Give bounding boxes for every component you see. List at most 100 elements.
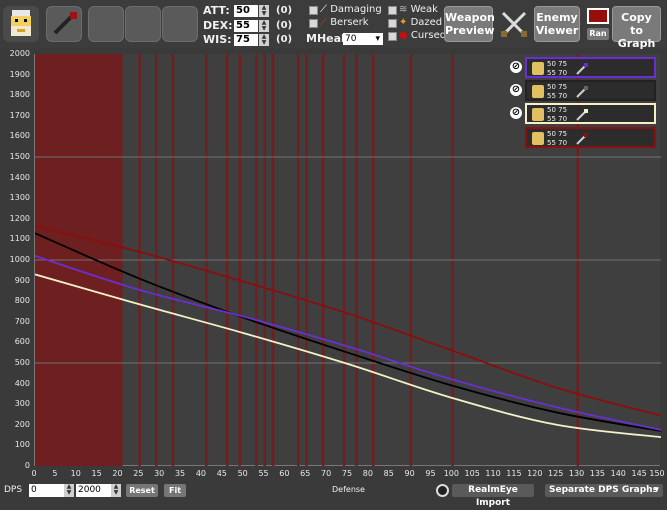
y-tick-label: 1400 — [9, 172, 30, 182]
hide-series-icon[interactable]: ⊘ — [510, 107, 522, 119]
legend-stats: 50 75 55 70 — [547, 106, 567, 124]
dps-label: DPS — [4, 485, 23, 495]
character-avatar-icon — [532, 85, 544, 98]
character-slot[interactable] — [3, 6, 39, 42]
x-tick-label: 110 — [485, 469, 501, 478]
y-tick-label: 900 — [14, 275, 30, 285]
hide-series-icon[interactable]: ⊘ — [510, 61, 522, 73]
series-line — [34, 232, 662, 432]
crossed-swords-icon[interactable] — [498, 8, 530, 40]
mheal-select[interactable]: 70 ▾ — [343, 33, 383, 45]
y-tick-label: 500 — [14, 358, 30, 367]
ran-button[interactable]: Ran — [587, 28, 609, 40]
character-icon — [11, 10, 31, 36]
x-tick-label: 95 — [425, 469, 436, 478]
damaging-checkbox[interactable] — [309, 6, 318, 15]
x-tick-label: 15 — [91, 469, 102, 478]
legend-entry[interactable]: 50 75 55 70 — [525, 127, 656, 148]
data-point — [556, 387, 558, 389]
character-avatar-icon — [532, 108, 544, 121]
x-tick-label: 50 — [237, 469, 248, 478]
y-tick-label: 700 — [14, 316, 30, 326]
data-point — [243, 332, 245, 334]
x-tick-label: 20 — [112, 469, 123, 478]
x-tick-label: 40 — [195, 469, 207, 478]
legend-stats-line2: 55 70 — [547, 69, 568, 77]
legend-stats-line1: 50 75 — [547, 83, 568, 91]
legend-stats-line2: 55 70 — [547, 139, 568, 147]
ability-slot[interactable] — [88, 6, 124, 42]
data-point — [451, 385, 453, 387]
ring-slot[interactable] — [162, 6, 198, 42]
legend-stats-line1: 50 75 — [547, 60, 568, 68]
data-point — [451, 378, 453, 381]
dazed-checkbox[interactable] — [388, 19, 397, 28]
toolbar: ATT: 50 ▲ ▼ (0) DEX: 55 ▲ ▼ (0) WIS: 75 ▲ ▼… — [0, 0, 667, 50]
x-tick-label: 140 — [610, 469, 626, 478]
att-bonus: (0) — [276, 5, 293, 16]
fit-button[interactable]: Fit — [164, 484, 186, 497]
dex-input[interactable]: 55 — [234, 20, 258, 32]
y-tick-label: 800 — [14, 296, 30, 306]
dex-spinner[interactable]: ▲ ▼ — [259, 20, 269, 32]
data-point — [556, 406, 558, 408]
x-tick-label: 125 — [548, 469, 564, 478]
legend-entry[interactable]: 50 75 55 70 — [525, 57, 656, 78]
max-dps-spinner[interactable]: ▲ ▼ — [111, 484, 121, 497]
x-tick-label: 150 — [649, 469, 665, 478]
cursed-checkbox[interactable] — [388, 32, 397, 41]
x-tick-label: 55 — [258, 469, 269, 478]
separate-graphs-select[interactable]: Separate DPS Graphs ▾ — [545, 484, 663, 497]
enemy-viewer-button[interactable]: Enemy Viewer — [534, 6, 580, 42]
weapon-preview-button[interactable]: Weapon Preview — [444, 6, 495, 42]
max-dps-input[interactable]: 2000 — [76, 484, 112, 497]
copy-to-graph-button[interactable]: Copy to Graph — [612, 6, 661, 50]
legend-stats-line1: 50 75 — [547, 130, 568, 138]
character-avatar-icon — [532, 132, 544, 145]
x-tick-label: 90 — [404, 469, 415, 478]
wis-spinner[interactable]: ▲ ▼ — [259, 34, 269, 46]
x-tick-label: 60 — [279, 469, 290, 478]
legend-stats: 50 75 55 70 — [547, 130, 567, 148]
berserk-label: ⟋ Berserk — [320, 17, 369, 28]
legend-stats-line2: 55 70 — [547, 92, 568, 100]
series-line — [34, 255, 662, 431]
att-input[interactable]: 50 — [234, 5, 258, 17]
chevron-down-icon: ▾ — [654, 485, 659, 495]
hide-series-icon[interactable]: ⊘ — [510, 84, 522, 96]
weak-checkbox[interactable] — [388, 6, 397, 15]
berserk-checkbox[interactable] — [309, 19, 318, 28]
x-tick-label: 80 — [362, 469, 373, 478]
min-dps-spinner[interactable]: ▲ ▼ — [64, 484, 74, 497]
y-tick-label: 1000 — [9, 255, 30, 264]
realmeye-import-button[interactable]: RealmEye Import — [452, 484, 534, 508]
color-swatch[interactable] — [587, 8, 609, 24]
bottom-bar: DPS 0 ▲ ▼ 2000 ▲ ▼ Reset Fit Defense Realm… — [0, 482, 667, 508]
legend-entry[interactable]: 50 75 55 70 — [525, 80, 656, 101]
wis-label: WIS: — [203, 33, 232, 46]
gear-icon[interactable] — [436, 484, 449, 497]
x-tick-label: 30 — [154, 469, 165, 478]
y-tick-label: 2000 — [9, 49, 30, 58]
data-point — [347, 352, 349, 354]
series-line — [34, 225, 662, 417]
chevron-down-icon: ▾ — [375, 34, 380, 44]
wis-input[interactable]: 75 — [234, 34, 258, 46]
weak-label: ≋ Weak — [399, 4, 438, 15]
data-point — [451, 350, 453, 352]
y-tick-label: 1800 — [9, 90, 30, 100]
legend-entry[interactable]: 50 75 55 70 — [525, 103, 656, 124]
damaging-label: ⟋ Damaging — [320, 4, 382, 15]
staff-red-icon — [576, 133, 588, 145]
y-tick-label: 600 — [14, 337, 30, 347]
data-point — [138, 277, 140, 280]
data-point — [243, 316, 245, 318]
armor-slot[interactable] — [125, 6, 161, 42]
data-point — [556, 424, 558, 426]
series-line — [34, 273, 662, 439]
att-spinner[interactable]: ▲ ▼ — [259, 5, 269, 17]
min-dps-input[interactable]: 0 — [29, 484, 65, 497]
weapon-slot[interactable] — [46, 6, 82, 42]
x-tick-label: 120 — [527, 469, 543, 478]
reset-button[interactable]: Reset — [126, 484, 158, 497]
